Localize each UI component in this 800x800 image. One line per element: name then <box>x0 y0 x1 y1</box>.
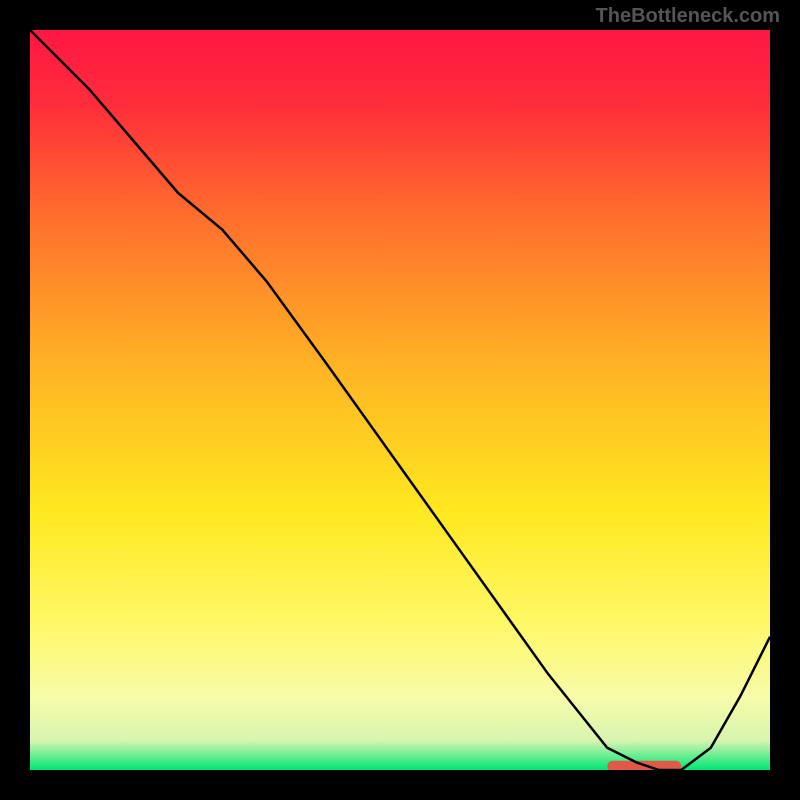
watermark-text: TheBottleneck.com <box>596 5 780 28</box>
plot-area <box>30 30 770 770</box>
chart-svg <box>30 30 770 770</box>
chart-container: TheBottleneck.com <box>0 0 800 800</box>
gradient-background <box>30 30 770 770</box>
